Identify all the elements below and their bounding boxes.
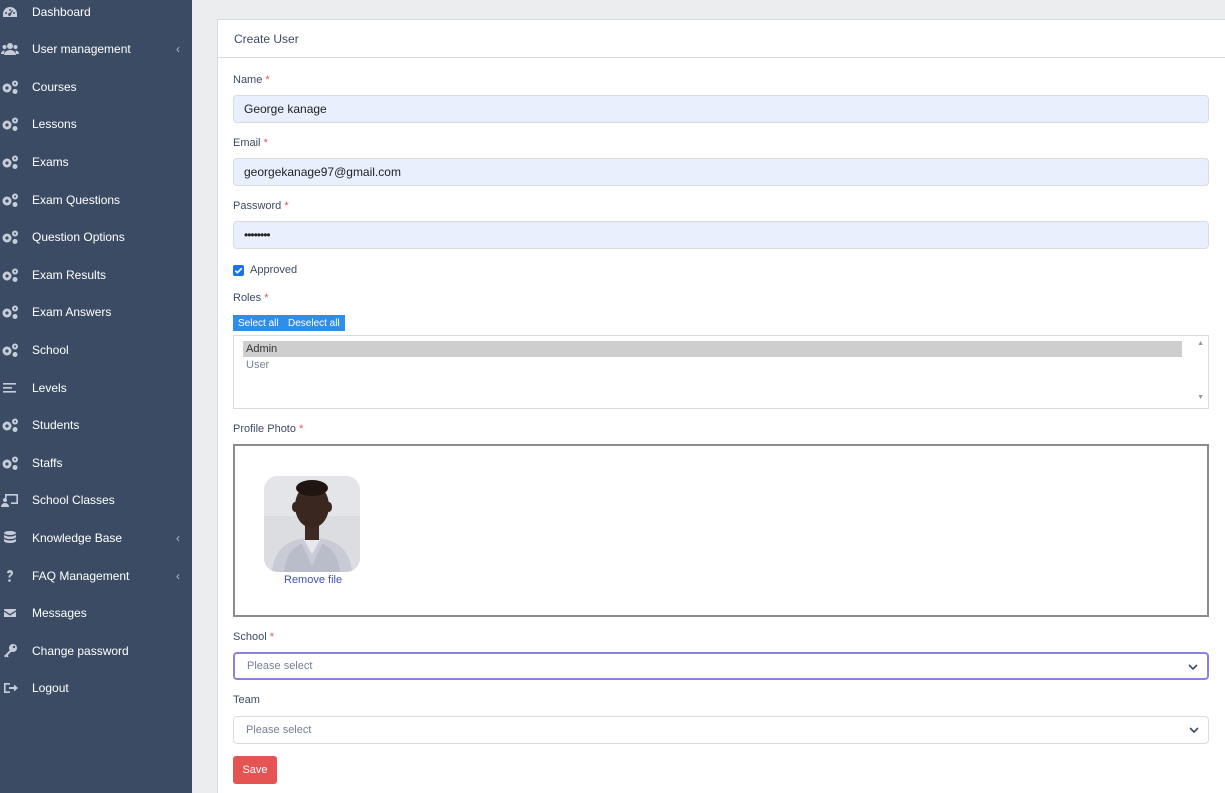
key-icon (0, 643, 20, 659)
gears-icon (0, 154, 20, 170)
approved-checkbox[interactable] (233, 264, 244, 276)
sidebar-item-label: Levels (32, 381, 67, 395)
name-label: Name * (233, 74, 270, 86)
gears-icon (0, 79, 20, 95)
sidebar-item-label: Dashboard (32, 5, 91, 19)
email-label: Email * (233, 137, 268, 149)
sidebar-item-courses[interactable]: Courses (0, 69, 192, 105)
sidebar-item-exams[interactable]: Exams (0, 144, 192, 180)
team-select[interactable]: Please select (233, 716, 1209, 744)
chevron-left-icon: ‹ (176, 531, 180, 545)
sidebar-item-label: Students (32, 418, 80, 432)
chalkboard-icon (0, 492, 20, 508)
roles-listbox[interactable]: Admin User ▲ ▼ (233, 335, 1209, 409)
gears-icon (0, 342, 20, 358)
roles-option-admin[interactable]: Admin (243, 341, 1182, 357)
sidebar-item-logout[interactable]: Logout (0, 670, 192, 706)
sidebar-item-label: School Classes (32, 493, 115, 507)
gears-icon (0, 192, 20, 208)
profile-photo-thumbnail (264, 476, 360, 572)
sidebar-item-label: School (32, 343, 69, 357)
scroll-up-icon[interactable]: ▲ (1197, 340, 1204, 347)
scroll-down-icon[interactable]: ▼ (1197, 394, 1204, 401)
sidebar-item-label: Exams (32, 155, 69, 169)
password-field[interactable]: •••••••• (233, 221, 1209, 249)
sidebar-item-label: Exam Results (32, 268, 107, 282)
sidebar-item-exam-results[interactable]: Exam Results (0, 257, 192, 293)
gears-icon (0, 229, 20, 245)
team-select-value: Please select (246, 724, 312, 736)
users-icon (0, 41, 20, 57)
sidebar-item-exam-questions[interactable]: Exam Questions (0, 182, 192, 218)
sidebar-item-label: Logout (32, 681, 69, 695)
sidebar-item-label: Messages (32, 606, 87, 620)
card-title: Create User (218, 20, 1225, 58)
select-all-button[interactable]: Select all (233, 315, 284, 331)
sidebar-item-exam-answers[interactable]: Exam Answers (0, 294, 192, 330)
database-icon (0, 530, 20, 546)
sidebar-item-question-options[interactable]: Question Options (0, 219, 192, 255)
sidebar-item-staffs[interactable]: Staffs (0, 445, 192, 481)
password-label: Password * (233, 200, 289, 212)
sidebar-item-faq-management[interactable]: FAQ Management ‹ (0, 558, 192, 594)
profile-photo-label: Profile Photo * (233, 423, 304, 435)
approved-row: Approved (233, 264, 297, 276)
school-select[interactable]: Please select (233, 652, 1209, 680)
sidebar-item-label: Courses (32, 80, 77, 94)
sidebar-item-change-password[interactable]: Change password (0, 633, 192, 669)
roles-option-user[interactable]: User (243, 357, 1182, 373)
chevron-down-icon (1189, 727, 1199, 734)
sidebar-item-school[interactable]: School (0, 332, 192, 368)
deselect-all-button[interactable]: Deselect all (283, 315, 345, 331)
photo-dropzone[interactable]: Remove file (233, 444, 1209, 617)
sidebar-item-label: Question Options (32, 230, 125, 244)
gears-icon (0, 116, 20, 132)
sidebar-item-label: Knowledge Base (32, 531, 123, 545)
chevron-left-icon: ‹ (176, 42, 180, 56)
sidebar-item-label: FAQ Management (32, 569, 130, 583)
envelope-icon (0, 605, 20, 621)
sidebar-item-user-management[interactable]: User management ‹ (0, 31, 192, 67)
sidebar-item-label: Exam Answers (32, 305, 112, 319)
question-icon (0, 568, 20, 584)
sidebar-item-lessons[interactable]: Lessons (0, 106, 192, 142)
save-button[interactable]: Save (233, 756, 277, 784)
sidebar-item-dashboard[interactable]: Dashboard (0, 0, 192, 30)
gears-icon (0, 304, 20, 320)
sidebar: Dashboard User management ‹ Courses Less… (0, 0, 192, 793)
roles-label: Roles * (233, 292, 269, 304)
sidebar-item-students[interactable]: Students (0, 407, 192, 443)
gears-icon (0, 455, 20, 471)
gears-icon (0, 267, 20, 283)
approved-label: Approved (250, 264, 298, 276)
sidebar-item-label: User management (32, 42, 131, 56)
sidebar-item-label: Staffs (32, 456, 63, 470)
person-photo-icon (264, 476, 360, 572)
school-label: School * (233, 631, 274, 643)
check-icon (234, 267, 243, 274)
sidebar-item-label: Exam Questions (32, 193, 121, 207)
chevron-left-icon: ‹ (176, 569, 180, 583)
school-select-value: Please select (247, 660, 313, 672)
name-field[interactable]: George kanage (233, 95, 1209, 123)
sidebar-item-school-classes[interactable]: School Classes (0, 482, 192, 518)
speedometer-icon (0, 4, 20, 20)
sidebar-item-levels[interactable]: Levels (0, 370, 192, 406)
chevron-down-icon (1188, 664, 1198, 671)
list-icon (0, 380, 20, 396)
sidebar-item-messages[interactable]: Messages (0, 595, 192, 631)
sidebar-item-knowledge-base[interactable]: Knowledge Base ‹ (0, 520, 192, 556)
gears-icon (0, 417, 20, 433)
sidebar-item-label: Lessons (32, 117, 77, 131)
email-field[interactable]: georgekanage97@gmail.com (233, 158, 1209, 186)
remove-file-link[interactable]: Remove file (284, 574, 342, 586)
team-label: Team (233, 694, 260, 706)
logout-icon (0, 680, 20, 696)
sidebar-item-label: Change password (32, 644, 129, 658)
